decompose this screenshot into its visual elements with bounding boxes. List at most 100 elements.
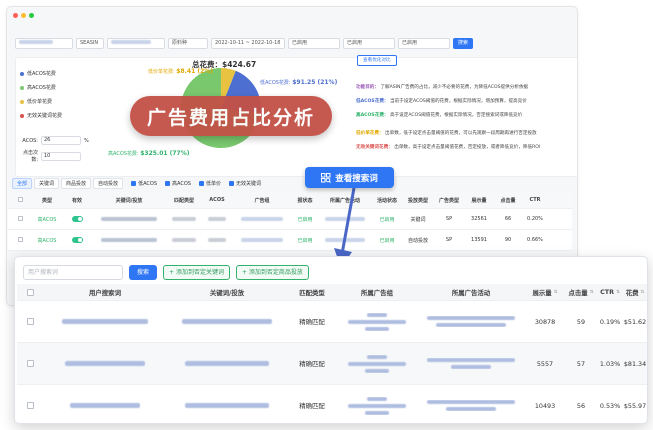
col-ctr[interactable]: CTR ⇅ [597,288,623,296]
row-select[interactable] [8,237,32,243]
row-search-term[interactable] [43,318,167,326]
low-acos-value: $91.25 (21%) [292,79,338,86]
check-label: 低单价 [205,181,221,187]
col-type: 类型 [41,197,52,204]
asin-input[interactable] [107,37,165,49]
row-keyword[interactable] [167,360,287,368]
minimize-dot-icon[interactable] [21,13,26,18]
row-campaign[interactable] [417,400,525,411]
table-row[interactable]: 精确匹配 5557 57 1.03% $81.34 [17,343,647,385]
row-select[interactable] [8,216,32,222]
row-adgroup[interactable] [337,354,417,373]
row-select[interactable] [17,402,43,410]
desc-purpose: 功能目的： 了解ASIN广告费的占比，减少不必要的花费，为降低ACOS提供分析依… [356,84,528,90]
col-keyword: 关键词/投放 [115,197,143,204]
table-row[interactable]: 精确匹配 10493 56 0.53% $55.97 [17,385,647,423]
row-search-term[interactable] [43,360,167,368]
col-clicks[interactable]: 点击量 [494,197,522,204]
check-invalid-keyword[interactable]: 无效关键词 [228,180,261,187]
status-select-1[interactable]: 已启用 [288,37,340,49]
legend-dot-icon [20,113,24,118]
checkbox-icon[interactable] [165,181,170,186]
plus-icon: + [241,269,249,276]
filter-search-button[interactable]: 搜索 [453,37,474,49]
row-campaign[interactable] [417,358,525,369]
row-select[interactable] [17,360,43,368]
check-low-price[interactable]: 低单价 [198,180,221,187]
row-adgroup[interactable] [232,237,292,243]
row-campaign[interactable] [417,316,525,327]
row-adgroup[interactable] [337,312,417,331]
clicks-input[interactable]: 10 [41,151,81,161]
sort-icon[interactable]: ⇅ [554,290,558,295]
table-row[interactable]: 高ACOS 已启用 已启用 自动投放 SP 13591 90 0.66% [8,230,572,251]
status-select-3[interactable]: 已启用 [398,37,450,49]
status-select-2[interactable]: 已启用 [343,37,395,49]
row-enabled-toggle[interactable] [62,215,92,223]
high-acos-label: 高ACOS花费: [108,151,139,157]
row-search-term[interactable] [43,402,167,410]
row-adgroup[interactable] [232,216,292,222]
checkbox-icon[interactable] [26,288,34,296]
row-target-type: 自动投放 [407,237,428,244]
asin-type-select[interactable]: SEASIN [76,37,104,49]
row-enabled-toggle[interactable] [62,236,92,244]
add-negative-keyword-button[interactable]: + 添加到否定关键词 [163,265,230,280]
checkbox-icon[interactable] [17,237,23,242]
col-acos[interactable]: ACOS [202,197,232,203]
row-select[interactable] [17,318,43,326]
acos-input[interactable]: 26 [41,136,81,145]
toggle-icon[interactable] [71,236,83,243]
table-header: 类型 有效 关键词/投放 匹配类型 ACOS 广告组 报状态 所属广告活动 活动… [8,192,572,209]
sort-icon[interactable]: ⇅ [641,290,645,295]
add-negative-product-button[interactable]: + 添加到否定商品投放 [235,265,309,280]
checkbox-icon[interactable] [131,181,137,186]
select-all-cell[interactable] [8,197,32,203]
search-term-input[interactable]: 用户搜索词 [23,265,123,280]
tab-product[interactable]: 商品投放 [61,178,92,189]
select-all-cell[interactable] [17,288,43,296]
row-keyword[interactable] [92,237,166,243]
acos-threshold: ACOS: 26 % [20,136,89,145]
optimize-compare-button[interactable]: 查看优化对比 [357,55,397,66]
view-search-terms-button[interactable]: 查看搜索词 [305,167,394,188]
desc-title: 高ACOS花费： [356,113,389,118]
col-impressions[interactable]: 展示量 ⇅ [525,288,565,297]
sort-icon[interactable]: ⇅ [616,290,620,295]
checkbox-icon[interactable] [17,197,23,202]
row-impressions: 32561 [471,216,487,222]
row-keyword[interactable] [92,216,166,222]
sort-icon[interactable]: ⇅ [590,290,594,295]
tab-auto[interactable]: 自动投放 [93,178,124,189]
shop-select[interactable] [15,37,73,49]
date-range-input[interactable]: 2022-10-11 ~ 2022-10-18 [211,37,285,49]
search-button[interactable]: 搜索 [129,265,158,280]
row-keyword[interactable] [167,402,287,410]
col-cost[interactable]: 花费 ⇅ [623,288,647,297]
checkbox-icon[interactable] [228,181,234,186]
checkbox-icon[interactable] [17,216,23,221]
maximize-dot-icon[interactable] [29,13,34,18]
check-low-acos[interactable]: 低ACOS [131,180,157,187]
toggle-icon[interactable] [71,215,83,222]
table-row[interactable]: 高ACOS 已启用 已启用 关键词 SP 32561 66 0.20% [8,209,572,230]
check-label: 低ACOS [138,181,157,187]
row-ctr: 0.66% [527,237,543,243]
tab-keyword[interactable]: 关键词 [34,178,60,189]
close-dot-icon[interactable] [13,13,18,18]
col-clicks[interactable]: 点击量 ⇅ [565,288,597,297]
checkbox-icon[interactable] [26,402,34,409]
checkbox-icon[interactable] [26,318,34,325]
legend-label: 低价单花费 [27,99,53,105]
desc-text: 高于设定ACOS阈值花费，根据实际情况，否定搜索词或降低竞价 [389,113,523,118]
check-high-acos[interactable]: 高ACOS [165,180,191,187]
product-select[interactable]: 原料种 [168,37,208,49]
tab-all[interactable]: 全部 [12,178,33,189]
checkbox-icon[interactable] [26,360,34,367]
checkbox-icon[interactable] [198,181,204,186]
row-keyword[interactable] [167,318,287,326]
row-adgroup[interactable] [337,396,417,415]
col-impressions[interactable]: 展示量 [464,197,494,204]
table-row[interactable]: 精确匹配 30878 59 0.19% $51.62 [17,301,647,343]
col-ctr[interactable]: CTR [522,197,548,203]
